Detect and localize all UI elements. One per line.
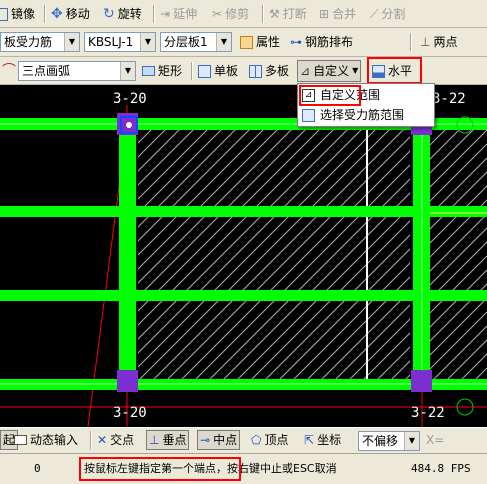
midpoint-icon: ⊸: [200, 433, 211, 447]
vertex-icon: ⬠: [251, 433, 262, 447]
element-code-select[interactable]: KBSLJ-1 ▼: [84, 32, 156, 52]
slab-hatch-right: [430, 128, 487, 383]
chevron-down-icon: ▼: [216, 33, 231, 51]
perpendicular-icon: ⊥: [149, 433, 160, 447]
single-board-icon: [198, 64, 211, 78]
layer-select[interactable]: 分层板1 ▼: [160, 32, 232, 52]
drawing-canvas[interactable]: 3-20 3-22 3-20 3-22: [0, 85, 487, 427]
chevron-down-icon: ▼: [404, 432, 419, 450]
x-coordinate-label: X=: [426, 433, 445, 447]
arc-icon: ⌒: [2, 63, 16, 79]
rebar-layout-icon: ⊶: [290, 35, 302, 49]
column-label: 3-20: [113, 405, 147, 421]
properties-icon: [240, 35, 253, 49]
arc-mode-select[interactable]: 三点画弧 ▼: [18, 61, 136, 81]
rectangle-icon: [142, 66, 155, 76]
move-icon: ✥: [51, 6, 63, 22]
snap-toolbar: 起 动态输入 ✕ 交点 ⊥ 垂点 ⊸ 中点 ⬠ 顶点 ⇱ 坐标 不偏移 ▼ X=: [0, 427, 487, 453]
perpendicular-snap-button[interactable]: ⊥ 垂点: [146, 430, 190, 450]
multi-board-icon: [249, 64, 262, 78]
draw-toolbar: ⌒ 三点画弧 ▼ 矩形 单板 多板 ⊿ 自定义 ▼ 水平: [0, 57, 487, 85]
rectangle-button[interactable]: 矩形: [142, 61, 182, 81]
chevron-down-icon: ▼: [352, 66, 359, 75]
menu-item-custom-range[interactable]: ⊿ 自定义范围: [300, 86, 380, 105]
status-bar: 0 按鼠标左键指定第一个端点，按右键中止或ESC取消 484.8 FPS: [0, 453, 487, 484]
multi-board-button[interactable]: 多板: [249, 61, 289, 81]
element-type-select[interactable]: 板受力筋 ▼: [0, 32, 80, 52]
dynamic-input-button[interactable]: 动态输入: [14, 430, 78, 450]
plan-drawing: 3-20 3-22 3-20 3-22: [0, 91, 487, 427]
element-toolbar: 板受力筋 ▼ KBSLJ-1 ▼ 分层板1 ▼ 属性 ⊶ 钢筋排布 ⊥ 两点: [0, 28, 487, 57]
vertex-snap-button[interactable]: ⬠ 顶点: [251, 430, 288, 450]
dynamic-input-icon: [14, 435, 27, 445]
chevron-down-icon: ▼: [120, 62, 135, 80]
split-icon: ⟋: [370, 7, 379, 21]
custom-range-menu: ⊿ 自定义范围 选择受力筋范围: [297, 83, 435, 127]
status-prompt: 按鼠标左键指定第一个端点，按右键中止或ESC取消: [84, 462, 337, 475]
move-button[interactable]: ✥ 移动: [51, 4, 90, 24]
custom-button[interactable]: ⊿ 自定义 ▼: [297, 60, 362, 82]
fps-readout: 484.8 FPS: [411, 462, 471, 475]
chevron-down-icon: ▼: [140, 33, 155, 51]
two-points-button[interactable]: ⊥ 两点: [420, 32, 457, 52]
select-range-icon: [302, 109, 315, 122]
status-left-value: 0: [34, 462, 41, 475]
column-label: 3-22: [411, 405, 445, 421]
mirror-icon: [0, 7, 8, 21]
trim-icon: ✂: [212, 7, 223, 21]
extend-icon: ⇥: [160, 7, 171, 21]
two-points-icon: ⊥: [420, 35, 431, 49]
chevron-down-icon: ▼: [64, 33, 79, 51]
midpoint-snap-button[interactable]: ⊸ 中点: [197, 430, 241, 450]
snap-point: [126, 122, 132, 128]
intersection-snap-button[interactable]: ✕ 交点: [97, 430, 134, 450]
custom-range-icon: ⊿: [300, 64, 311, 78]
coordinate-snap-button[interactable]: ⇱ 坐标: [304, 430, 341, 450]
split-button[interactable]: ⟋ 分割: [370, 4, 405, 24]
rotate-button[interactable]: ↻ 旋转: [103, 4, 142, 24]
edit-toolbar: 镜像 ✥ 移动 ↻ 旋转 ⇥ 延伸 ✂ 修剪 ⚒ 打断 ⊞ 合并 ⟋ 分割: [0, 0, 487, 28]
column-label: 3-20: [113, 91, 147, 107]
extend-button[interactable]: ⇥ 延伸: [160, 4, 197, 24]
column-label: 3-22: [432, 91, 466, 107]
slab-hatch: [138, 128, 410, 383]
rotate-icon: ↻: [103, 6, 115, 22]
column-bottom-right: [411, 370, 432, 392]
rebar-layout-button[interactable]: ⊶ 钢筋排布: [290, 32, 353, 52]
horizontal-button[interactable]: 水平: [372, 61, 412, 81]
break-button[interactable]: ⚒ 打断: [269, 4, 307, 24]
single-board-button[interactable]: 单板: [198, 61, 238, 81]
trim-button[interactable]: ✂ 修剪: [212, 4, 249, 24]
custom-range-icon: ⊿: [302, 89, 315, 102]
column-bottom-left: [117, 370, 138, 392]
mirror-button[interactable]: 镜像: [0, 4, 35, 24]
menu-item-select-rebar-range[interactable]: 选择受力筋范围: [300, 106, 404, 125]
horizontal-icon: [372, 64, 385, 78]
properties-button[interactable]: 属性: [240, 32, 280, 52]
intersection-icon: ✕: [97, 433, 108, 447]
merge-icon: ⊞: [319, 7, 330, 21]
merge-button[interactable]: ⊞ 合并: [319, 4, 356, 24]
break-icon: ⚒: [269, 7, 280, 21]
beam-v1: [119, 118, 136, 390]
offset-select[interactable]: 不偏移 ▼: [358, 431, 420, 451]
coordinate-icon: ⇱: [304, 433, 315, 447]
arc-icon-wrap: ⌒: [2, 61, 16, 81]
